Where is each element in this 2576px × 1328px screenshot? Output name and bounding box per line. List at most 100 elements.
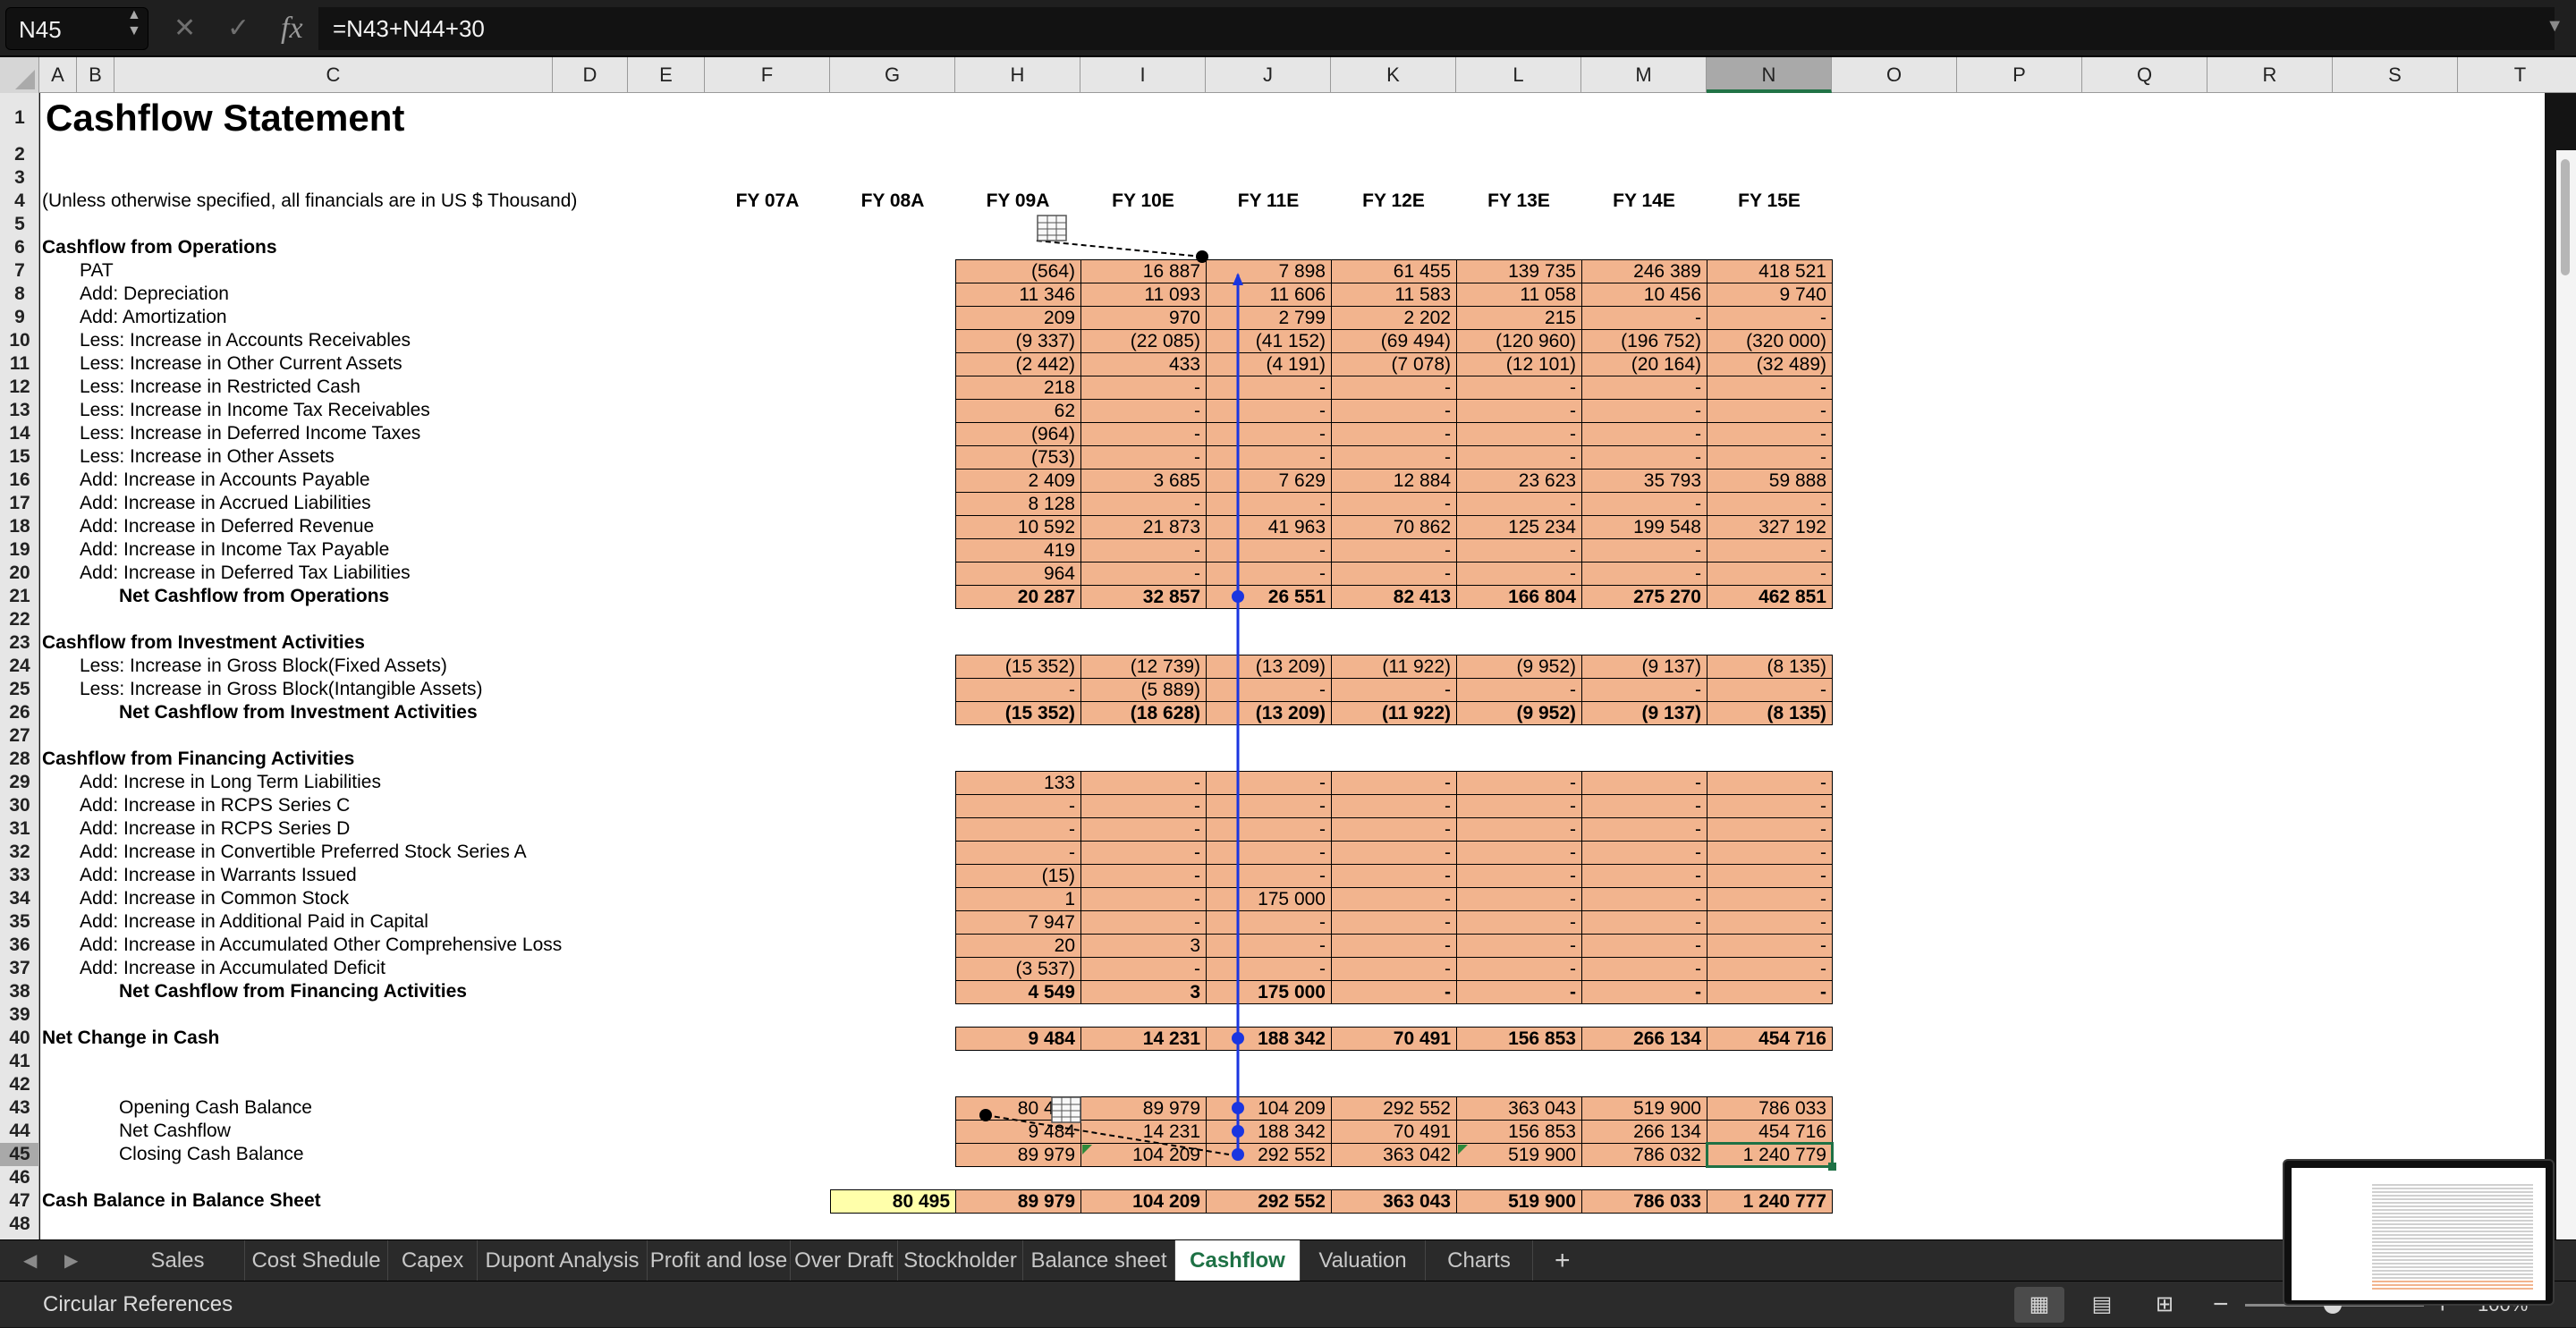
value-cell[interactable]: - xyxy=(1581,957,1707,981)
value-cell[interactable]: - xyxy=(1331,957,1457,981)
value-cell[interactable]: - xyxy=(955,794,1081,818)
value-cell[interactable]: - xyxy=(1080,957,1207,981)
value-cell[interactable]: - xyxy=(1331,864,1457,888)
sheet-tab[interactable]: Charts xyxy=(1426,1240,1533,1281)
value-cell[interactable]: - xyxy=(1080,538,1207,562)
value-cell[interactable]: - xyxy=(1707,492,1833,516)
value-cell[interactable]: 4 549 xyxy=(955,980,1081,1004)
value-cell[interactable]: - xyxy=(1456,445,1582,469)
value-cell[interactable]: 188 342 xyxy=(1206,1120,1332,1144)
error-indicator-icon[interactable] xyxy=(1082,1145,1092,1155)
value-cell[interactable]: - xyxy=(1206,771,1332,795)
value-cell[interactable]: - xyxy=(1581,771,1707,795)
row-header[interactable]: 25 xyxy=(0,678,39,701)
value-cell[interactable]: 10 592 xyxy=(955,515,1081,539)
value-cell[interactable]: 209 xyxy=(955,306,1081,330)
value-cell[interactable]: 11 058 xyxy=(1456,283,1582,307)
value-cell[interactable]: 133 xyxy=(955,771,1081,795)
column-header-q[interactable]: Q xyxy=(2082,57,2207,93)
cancel-icon[interactable]: ✕ xyxy=(174,9,196,48)
value-cell[interactable]: 62 xyxy=(955,399,1081,423)
value-cell[interactable]: - xyxy=(1080,562,1207,586)
value-cell[interactable]: - xyxy=(1707,864,1833,888)
value-cell[interactable]: (32 489) xyxy=(1707,352,1833,376)
page-break-view-icon[interactable]: ⊞ xyxy=(2140,1287,2190,1323)
value-cell[interactable]: (120 960) xyxy=(1456,329,1582,353)
column-header-g[interactable]: G xyxy=(830,57,955,93)
value-cell[interactable]: - xyxy=(1707,980,1833,1004)
value-cell[interactable]: - xyxy=(1581,910,1707,935)
value-cell[interactable]: (320 000) xyxy=(1707,329,1833,353)
value-cell[interactable]: 462 851 xyxy=(1707,585,1833,609)
value-cell[interactable]: 70 491 xyxy=(1331,1120,1457,1144)
row-header[interactable]: 15 xyxy=(0,445,39,469)
value-cell[interactable]: - xyxy=(1707,957,1833,981)
name-box-spinner-icon[interactable]: ▲ ▼ xyxy=(127,7,141,39)
sheet-tab[interactable]: Cost Shedule xyxy=(245,1240,388,1281)
value-cell[interactable]: 139 735 xyxy=(1456,259,1582,283)
value-cell[interactable]: - xyxy=(1707,538,1833,562)
value-cell[interactable]: - xyxy=(1206,864,1332,888)
value-cell[interactable]: (9 952) xyxy=(1456,655,1582,679)
column-header-j[interactable]: J xyxy=(1206,57,1331,93)
row-header[interactable]: 43 xyxy=(0,1096,39,1120)
value-cell[interactable]: 9 484 xyxy=(955,1120,1081,1144)
row-header[interactable]: 13 xyxy=(0,399,39,422)
value-cell[interactable]: 964 xyxy=(955,562,1081,586)
page-layout-view-icon[interactable]: ▤ xyxy=(2077,1287,2127,1323)
value-cell[interactable]: - xyxy=(1581,399,1707,423)
value-cell[interactable]: - xyxy=(1331,794,1457,818)
value-cell[interactable]: (15) xyxy=(955,864,1081,888)
value-cell[interactable]: 970 xyxy=(1080,306,1207,330)
value-cell[interactable]: - xyxy=(1080,445,1207,469)
row-header[interactable]: 14 xyxy=(0,422,39,445)
value-cell[interactable]: - xyxy=(1456,841,1582,865)
value-cell[interactable]: (9 137) xyxy=(1581,655,1707,679)
value-cell[interactable]: - xyxy=(1707,817,1833,842)
prev-sheet-icon[interactable]: ◀ xyxy=(23,1240,37,1281)
value-cell[interactable]: 175 000 xyxy=(1206,980,1332,1004)
value-cell[interactable]: - xyxy=(1206,957,1332,981)
value-cell[interactable]: 11 346 xyxy=(955,283,1081,307)
value-cell[interactable]: 11 606 xyxy=(1206,283,1332,307)
value-cell[interactable]: - xyxy=(1206,934,1332,958)
value-cell[interactable]: - xyxy=(1456,910,1582,935)
value-cell[interactable]: 11 583 xyxy=(1331,283,1457,307)
value-cell[interactable]: 275 270 xyxy=(1581,585,1707,609)
value-cell[interactable]: 1 240 779 xyxy=(1706,1142,1834,1168)
value-cell[interactable]: - xyxy=(1456,492,1582,516)
value-cell[interactable]: - xyxy=(1080,794,1207,818)
row-header[interactable]: 32 xyxy=(0,841,39,864)
column-header-k[interactable]: K xyxy=(1331,57,1456,93)
value-cell[interactable]: - xyxy=(1331,934,1457,958)
value-cell[interactable]: - xyxy=(1331,910,1457,935)
value-cell[interactable]: 519 900 xyxy=(1456,1143,1582,1167)
value-cell[interactable]: 419 xyxy=(955,538,1081,562)
row-header[interactable]: 46 xyxy=(0,1166,39,1189)
value-cell[interactable]: - xyxy=(1581,306,1707,330)
sheet-tab[interactable]: Cashflow xyxy=(1175,1240,1301,1281)
row-header[interactable]: 42 xyxy=(0,1073,39,1096)
row-header[interactable]: 40 xyxy=(0,1027,39,1050)
row-header[interactable]: 12 xyxy=(0,376,39,399)
cell-grid[interactable]: Cashflow Statement (Unless otherwise spec… xyxy=(40,93,2545,1239)
row-header[interactable]: 31 xyxy=(0,817,39,841)
value-cell[interactable]: - xyxy=(955,678,1081,702)
expand-formula-bar-icon[interactable]: ▼ xyxy=(2546,16,2563,37)
value-cell[interactable]: - xyxy=(1206,910,1332,935)
column-header-s[interactable]: S xyxy=(2333,57,2458,93)
normal-view-icon[interactable]: ▦ xyxy=(2014,1287,2064,1323)
row-header[interactable]: 35 xyxy=(0,910,39,934)
value-cell[interactable]: - xyxy=(1581,445,1707,469)
value-cell[interactable]: 2 799 xyxy=(1206,306,1332,330)
value-cell[interactable]: 3 685 xyxy=(1080,469,1207,493)
value-cell[interactable]: 10 456 xyxy=(1581,283,1707,307)
value-cell[interactable]: 454 716 xyxy=(1707,1120,1833,1144)
value-cell[interactable]: - xyxy=(955,841,1081,865)
value-cell[interactable]: - xyxy=(1456,678,1582,702)
value-cell[interactable]: - xyxy=(1456,376,1582,400)
value-cell[interactable]: - xyxy=(1581,887,1707,911)
value-cell[interactable]: 8 128 xyxy=(955,492,1081,516)
value-cell[interactable]: - xyxy=(1581,794,1707,818)
value-cell[interactable]: 363 042 xyxy=(1331,1143,1457,1167)
